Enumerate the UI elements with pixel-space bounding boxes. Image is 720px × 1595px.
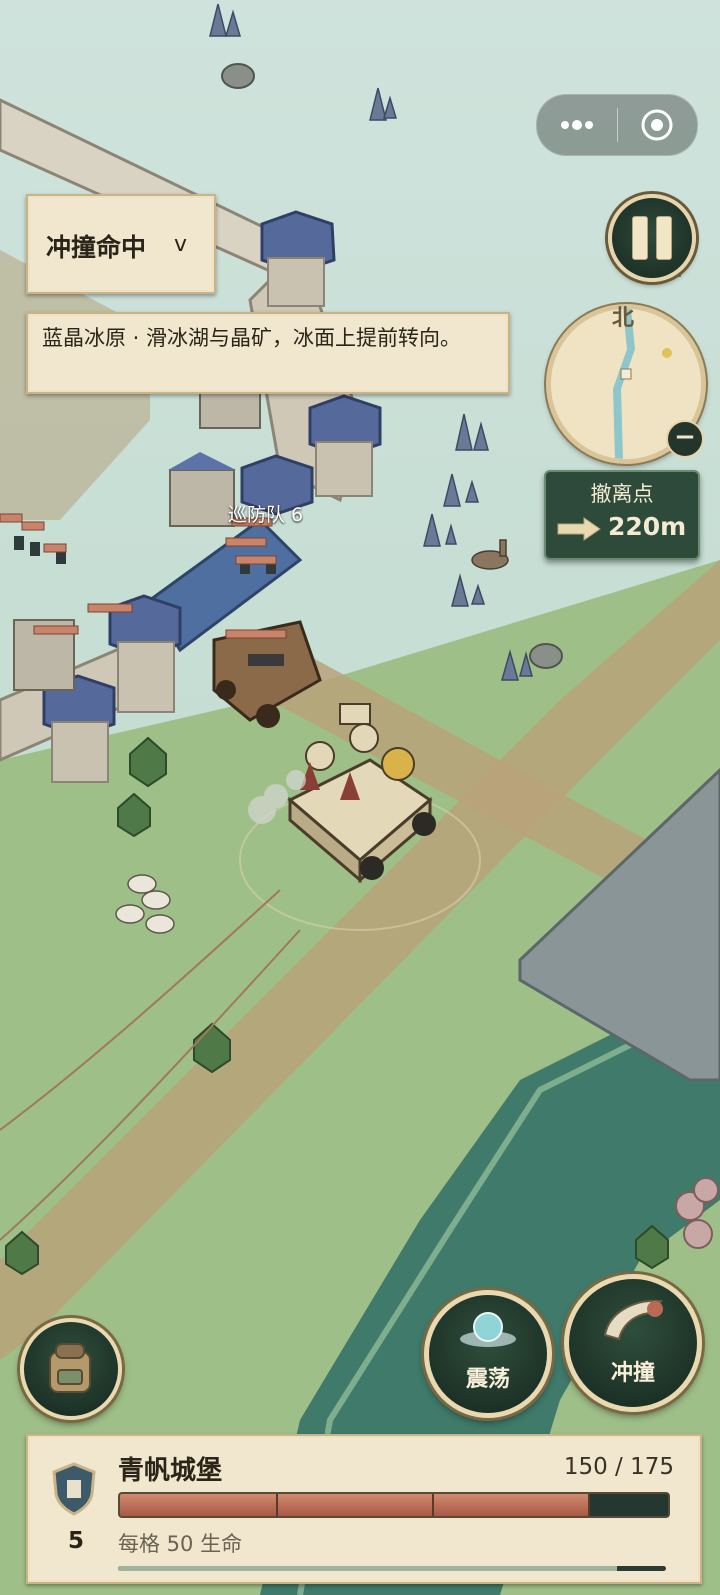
hp-segment-divider xyxy=(276,1494,278,1516)
castle-shield-icon xyxy=(52,1462,96,1516)
ram-horn-icon xyxy=(603,1299,663,1341)
level-description-text: 蓝晶冰原 · 滑冰湖与晶矿，冰面上提前转向。 xyxy=(42,326,462,350)
hp-segment-divider xyxy=(588,1494,590,1516)
pause-button[interactable] xyxy=(608,194,696,282)
hp-segment-divider xyxy=(432,1494,434,1516)
hp-per-cell-text: 每格 50 生命 xyxy=(118,1532,243,1556)
chevron-down-icon: v xyxy=(174,232,188,257)
crystal-orb-icon xyxy=(460,1312,516,1347)
castle-name: 青帆城堡 xyxy=(118,1456,223,1486)
more-button[interactable] xyxy=(537,95,617,155)
castle-hp-bar xyxy=(118,1492,670,1518)
target-circle-icon xyxy=(641,109,673,141)
backpack-icon xyxy=(49,1343,91,1393)
evacuation-title: 撤离点 xyxy=(590,482,654,506)
ram-ability-label: 冲撞 xyxy=(610,1361,655,1386)
miniprogram-capsule xyxy=(536,94,698,156)
close-miniprogram-button[interactable] xyxy=(618,95,698,155)
pause-icon-bar-left xyxy=(632,216,648,260)
patrol-label: 巡防队 6 xyxy=(228,504,304,526)
backpack-button[interactable] xyxy=(20,1318,122,1420)
shock-ability-button[interactable]: 震荡 xyxy=(424,1290,552,1418)
castle-status-panel: 5 青帆城堡 150 / 175 每格 50 生命 xyxy=(26,1434,702,1584)
minimap-zoom-out-button[interactable]: − xyxy=(666,420,704,458)
castle-sub-fill xyxy=(118,1566,617,1571)
mode-selector[interactable]: 冲撞命中 v xyxy=(26,194,216,294)
castle-level: 5 xyxy=(68,1528,85,1554)
north-indicator: 北 xyxy=(612,306,635,331)
evacuation-distance: 220m xyxy=(608,512,687,541)
level-description: 蓝晶冰原 · 滑冰湖与晶矿，冰面上提前转向。 xyxy=(26,312,510,394)
arrow-right-icon xyxy=(557,517,601,541)
more-dots-icon xyxy=(560,120,593,130)
castle-hp-text: 150 / 175 xyxy=(563,1454,674,1480)
pause-icon-bar-right xyxy=(656,216,672,260)
ram-ability-button[interactable]: 冲撞 xyxy=(564,1274,702,1412)
mode-label: 冲撞命中 xyxy=(46,233,147,262)
evacuation-point-panel: 撤离点 220m xyxy=(544,470,700,560)
castle-hp-fill xyxy=(120,1494,590,1516)
castle-sub-bar xyxy=(118,1566,666,1571)
shock-ability-label: 震荡 xyxy=(465,1367,510,1392)
